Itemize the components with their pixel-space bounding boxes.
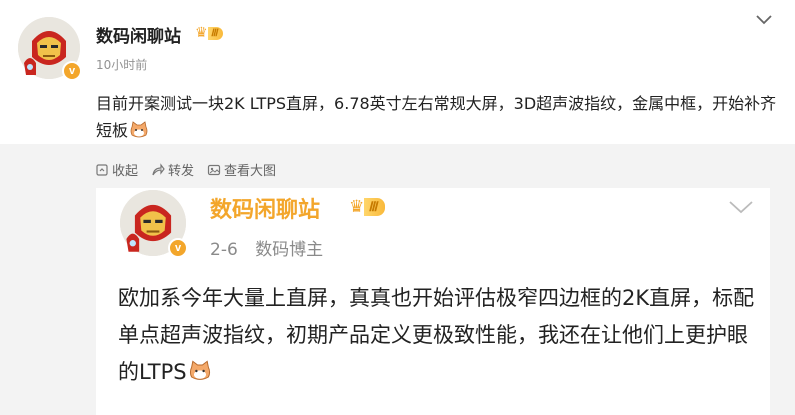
forward-label: 转发 [168, 164, 195, 179]
verified-v-icon: v [168, 238, 188, 258]
cat-emoji-icon [189, 360, 210, 380]
repost-text-body: 欧加系今年大量上直屏，真真也开始评估极窄四边框的2K直屏，标配单点超声波指纹，初… [118, 286, 755, 384]
image-view-icon [207, 164, 221, 175]
level-badge[interactable]: ♛ Ⅲ [195, 25, 224, 41]
chevron-down-icon[interactable] [755, 14, 773, 26]
collapse-label: 收起 [112, 164, 139, 179]
repost-date[interactable]: 2-6 [210, 240, 238, 260]
repost-level-label: Ⅲ [364, 198, 386, 216]
verified-v-icon: v [62, 61, 82, 81]
repost-text: 欧加系今年大量上直屏，真真也开始评估极窄四边框的2K直屏，标配单点超声波指纹，初… [118, 280, 758, 391]
repost-author-avatar[interactable]: v [120, 190, 188, 258]
author-avatar[interactable]: v [18, 17, 82, 81]
level-label: Ⅲ [207, 26, 224, 40]
post-text-body: 目前开案测试一块2K LTPS直屏，6.78英寸左右常规大屏，3D超声波指纹，金… [96, 94, 777, 140]
collapse-icon [96, 163, 108, 176]
view-large-button[interactable]: 查看大图 [207, 160, 276, 179]
media-actions: 收起 转发 查看大图 [95, 160, 276, 179]
post-time[interactable]: 10小时前 [96, 56, 147, 73]
post-text: 目前开案测试一块2K LTPS直屏，6.78英寸左右常规大屏，3D超声波指纹，金… [96, 90, 786, 144]
repost-author-name[interactable]: 数码闲聊站 [210, 192, 320, 224]
author-name[interactable]: 数码闲聊站 [96, 22, 181, 47]
crown-icon: ♛ [195, 25, 208, 41]
repost-level-badge[interactable]: ♛ Ⅲ [349, 197, 386, 217]
chevron-down-icon[interactable] [728, 200, 754, 214]
repost-meta: 2-6 数码博主 [210, 235, 323, 260]
view-large-label: 查看大图 [224, 164, 277, 179]
crown-icon: ♛ [349, 197, 365, 217]
repost-source: 数码博主 [255, 240, 324, 260]
collapse-button[interactable]: 收起 [95, 160, 138, 179]
forward-button[interactable]: 转发 [151, 160, 194, 179]
weibo-post: v 数码闲聊站 ♛ Ⅲ 10小时前 目前开案测试一块2K LTPS直屏，6.78… [0, 0, 795, 415]
forward-icon [152, 162, 165, 175]
cat-emoji-icon [130, 121, 148, 138]
